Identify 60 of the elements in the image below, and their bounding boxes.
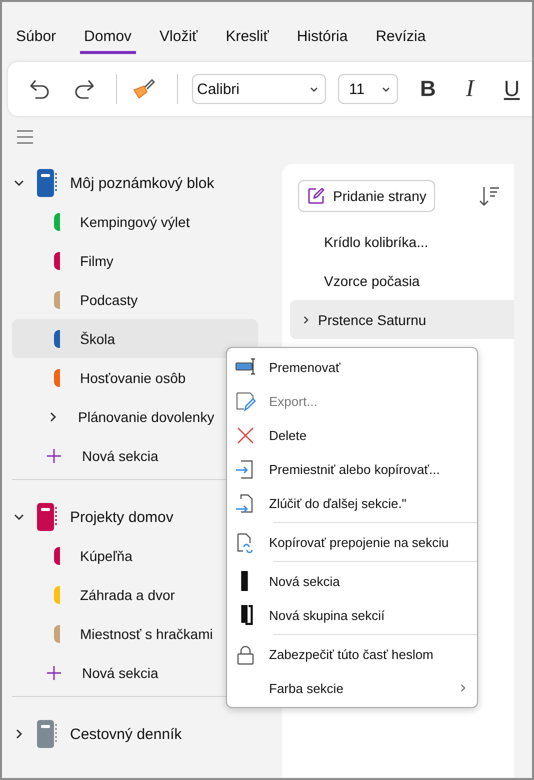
ribbon-tab[interactable]: Revízia (372, 28, 430, 54)
section-group-icon (241, 605, 253, 625)
chevron-down-icon (309, 86, 319, 92)
menu-item[interactable]: Premiestniť alebo kopírovať... (227, 452, 477, 486)
section-name[interactable]: Kempingový výlet (80, 214, 190, 230)
menu-item[interactable]: Nová skupina sekcií (227, 598, 477, 632)
format-painter-icon[interactable] (131, 77, 157, 101)
section-name[interactable]: Záhrada a dvor (80, 586, 175, 602)
lock-icon (235, 644, 256, 664)
notebook-name[interactable]: Cestovný denník (70, 726, 182, 742)
close-icon (235, 424, 256, 446)
section-tab-icon (241, 571, 248, 591)
section-name[interactable]: Podcasty (80, 292, 138, 308)
section-name[interactable]: Škola (12, 319, 258, 358)
chevron-right-icon[interactable] (302, 314, 310, 324)
section-name[interactable]: Filmy (80, 252, 114, 268)
redo-icon[interactable] (72, 77, 96, 101)
ribbon-tab[interactable]: Domov (80, 28, 136, 54)
menu-item[interactable]: Kopírovať prepojenie na sekciu (227, 525, 477, 559)
underline-button[interactable]: U (504, 76, 520, 102)
page-title[interactable]: Prstence Saturnu (318, 312, 426, 328)
chevron-right-icon[interactable] (14, 729, 24, 739)
ribbon-tab[interactable]: Súbor (12, 28, 60, 54)
menu-item[interactable]: Zabezpečiť túto časť heslom (227, 637, 477, 671)
chevron-down-icon[interactable] (14, 178, 24, 188)
ribbon-tab[interactable]: História (292, 28, 352, 54)
chevron-down-icon[interactable] (14, 512, 24, 522)
sort-icon[interactable] (478, 185, 500, 207)
menu-item[interactable]: Nová sekcia (227, 564, 477, 598)
ribbon-tab[interactable]: Kresliť (222, 28, 273, 54)
font-dropdown[interactable]: Calibri (192, 74, 326, 104)
italic-button[interactable]: I (466, 76, 474, 102)
page-title[interactable]: Vzorce počasia (324, 272, 420, 288)
menu-item[interactable]: Delete (227, 418, 477, 452)
menu-icon[interactable] (16, 130, 34, 144)
section-group-name[interactable]: Plánovanie dovolenky (78, 408, 214, 424)
undo-icon[interactable] (28, 77, 52, 101)
notebook-name[interactable]: Môj poznámkový blok (70, 174, 214, 192)
compose-icon (307, 187, 325, 205)
chevron-right-icon (459, 683, 467, 693)
selected-page-row[interactable]: Prstence Saturnu (290, 300, 514, 339)
chevron-down-icon (381, 86, 391, 92)
font-size-dropdown[interactable]: 11 (338, 74, 398, 104)
menu-item[interactable]: Farba sekcie (227, 671, 477, 705)
rename-icon (235, 356, 256, 378)
ribbon-tab[interactable]: Vložiť (156, 28, 202, 54)
section-name[interactable]: Hosťovanie osôb (80, 370, 186, 386)
new-section-link[interactable]: Nová sekcia (82, 448, 158, 464)
bold-button[interactable]: B (420, 76, 436, 102)
save-pencil-icon (235, 390, 256, 412)
page-title[interactable]: Krídlo kolibríka... (324, 234, 428, 250)
section-name[interactable]: Kúpeľňa (80, 548, 132, 564)
notebook-name[interactable]: Projekty domov (70, 508, 174, 526)
section-name[interactable]: Miestnosť s hračkami (80, 626, 213, 642)
plus-icon[interactable] (46, 448, 62, 464)
chevron-right-icon[interactable] (48, 412, 58, 422)
menu-item[interactable]: Zlúčiť do ďalšej sekcie." (227, 486, 477, 520)
plus-icon[interactable] (46, 664, 62, 680)
new-section-link[interactable]: Nová sekcia (82, 664, 158, 680)
add-page-button[interactable]: Pridanie strany (298, 180, 436, 212)
